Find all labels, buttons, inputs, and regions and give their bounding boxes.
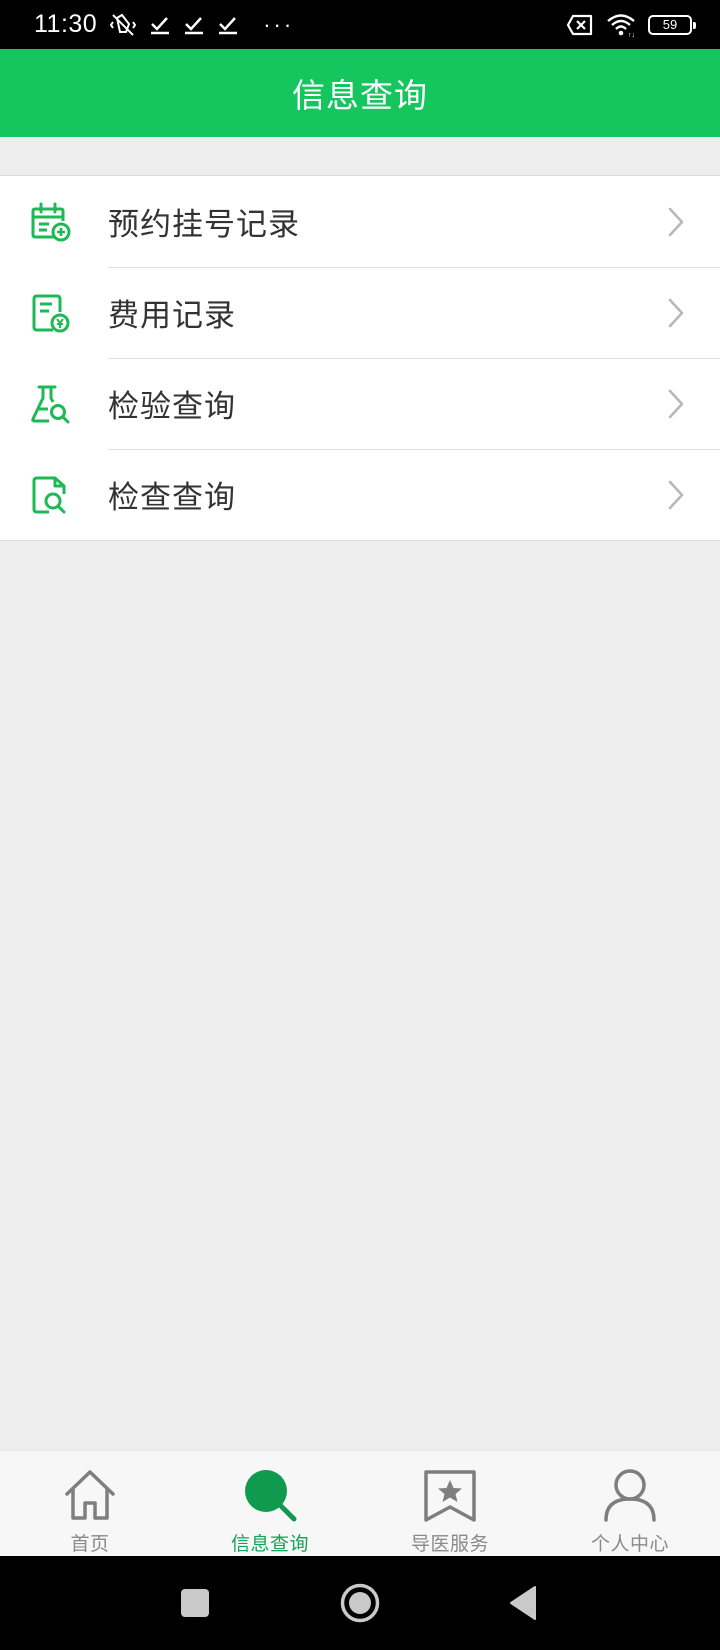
nav-tab-label: 导医服务: [410, 1533, 489, 1555]
check-icon: [185, 16, 204, 34]
wifi-icon: ↑↓: [607, 13, 635, 37]
menu-item-lab-test-query[interactable]: 检验查询: [0, 358, 720, 449]
chevron-right-icon: [668, 480, 684, 509]
nav-tab-label: 信息查询: [230, 1533, 309, 1555]
chevron-right-icon: [668, 298, 684, 327]
nav-tab-label: 首页: [70, 1533, 110, 1555]
system-nav-bar: [0, 1556, 720, 1650]
status-more-dots: ···: [263, 11, 295, 37]
menu-item-label: 检验查询: [108, 389, 236, 425]
chevron-right-icon: [668, 389, 684, 418]
calendar-plus-icon: [26, 198, 74, 246]
circle-icon: [340, 1583, 380, 1623]
home-icon: [60, 1465, 120, 1525]
recent-apps-button[interactable]: [155, 1556, 235, 1650]
back-triangle-icon: [510, 1586, 536, 1620]
title-bar: 信息查询: [0, 49, 720, 137]
search-icon: [240, 1465, 300, 1525]
nav-tab-guide-service[interactable]: 导医服务: [360, 1451, 540, 1556]
check-icon: [151, 16, 170, 34]
status-bar: 11:30 ··· ↑↓ 59: [0, 0, 720, 49]
battery-level: 59: [662, 17, 678, 32]
screen: 11:30 ··· ↑↓ 59 信息查询 预约挂号记录 费用记录 检验查询 检查…: [0, 0, 720, 1650]
chevron-right-icon: [668, 207, 684, 236]
menu-list: 预约挂号记录 费用记录 检验查询 检查查询: [0, 175, 720, 541]
nav-tab-profile[interactable]: 个人中心: [540, 1451, 720, 1556]
menu-item-exam-query[interactable]: 检查查询: [0, 449, 720, 540]
document-search-icon: [26, 471, 74, 519]
square-icon: [181, 1589, 209, 1617]
bill-icon: [26, 289, 74, 337]
flask-search-icon: [26, 380, 74, 428]
battery-icon: 59: [648, 14, 696, 35]
menu-item-label: 检查查询: [108, 480, 236, 516]
status-right: ↑↓ 59: [566, 13, 696, 37]
user-icon: [600, 1465, 660, 1525]
bottom-nav: 首页 信息查询 导医服务 个人中心: [0, 1450, 720, 1556]
page-title: 信息查询: [292, 76, 428, 115]
status-icons: [109, 12, 239, 38]
home-system-button[interactable]: [320, 1556, 400, 1650]
menu-item-label: 费用记录: [108, 298, 236, 334]
status-left: 11:30 ···: [34, 10, 294, 39]
nav-tab-info-query[interactable]: 信息查询: [180, 1451, 360, 1556]
status-time: 11:30: [34, 10, 98, 38]
menu-item-label: 预约挂号记录: [108, 207, 300, 243]
bookmark-star-icon: [420, 1465, 480, 1525]
vibrate-off-icon: [110, 13, 137, 36]
menu-item-appointment-records[interactable]: 预约挂号记录: [0, 176, 720, 267]
nav-tab-label: 个人中心: [590, 1533, 669, 1555]
menu-item-fee-records[interactable]: 费用记录: [0, 267, 720, 358]
check-icon: [219, 16, 238, 34]
back-button[interactable]: [483, 1556, 563, 1650]
svg-text:↑↓: ↑↓: [628, 32, 635, 37]
nav-tab-home[interactable]: 首页: [0, 1451, 180, 1556]
sim-off-icon: [566, 14, 593, 35]
